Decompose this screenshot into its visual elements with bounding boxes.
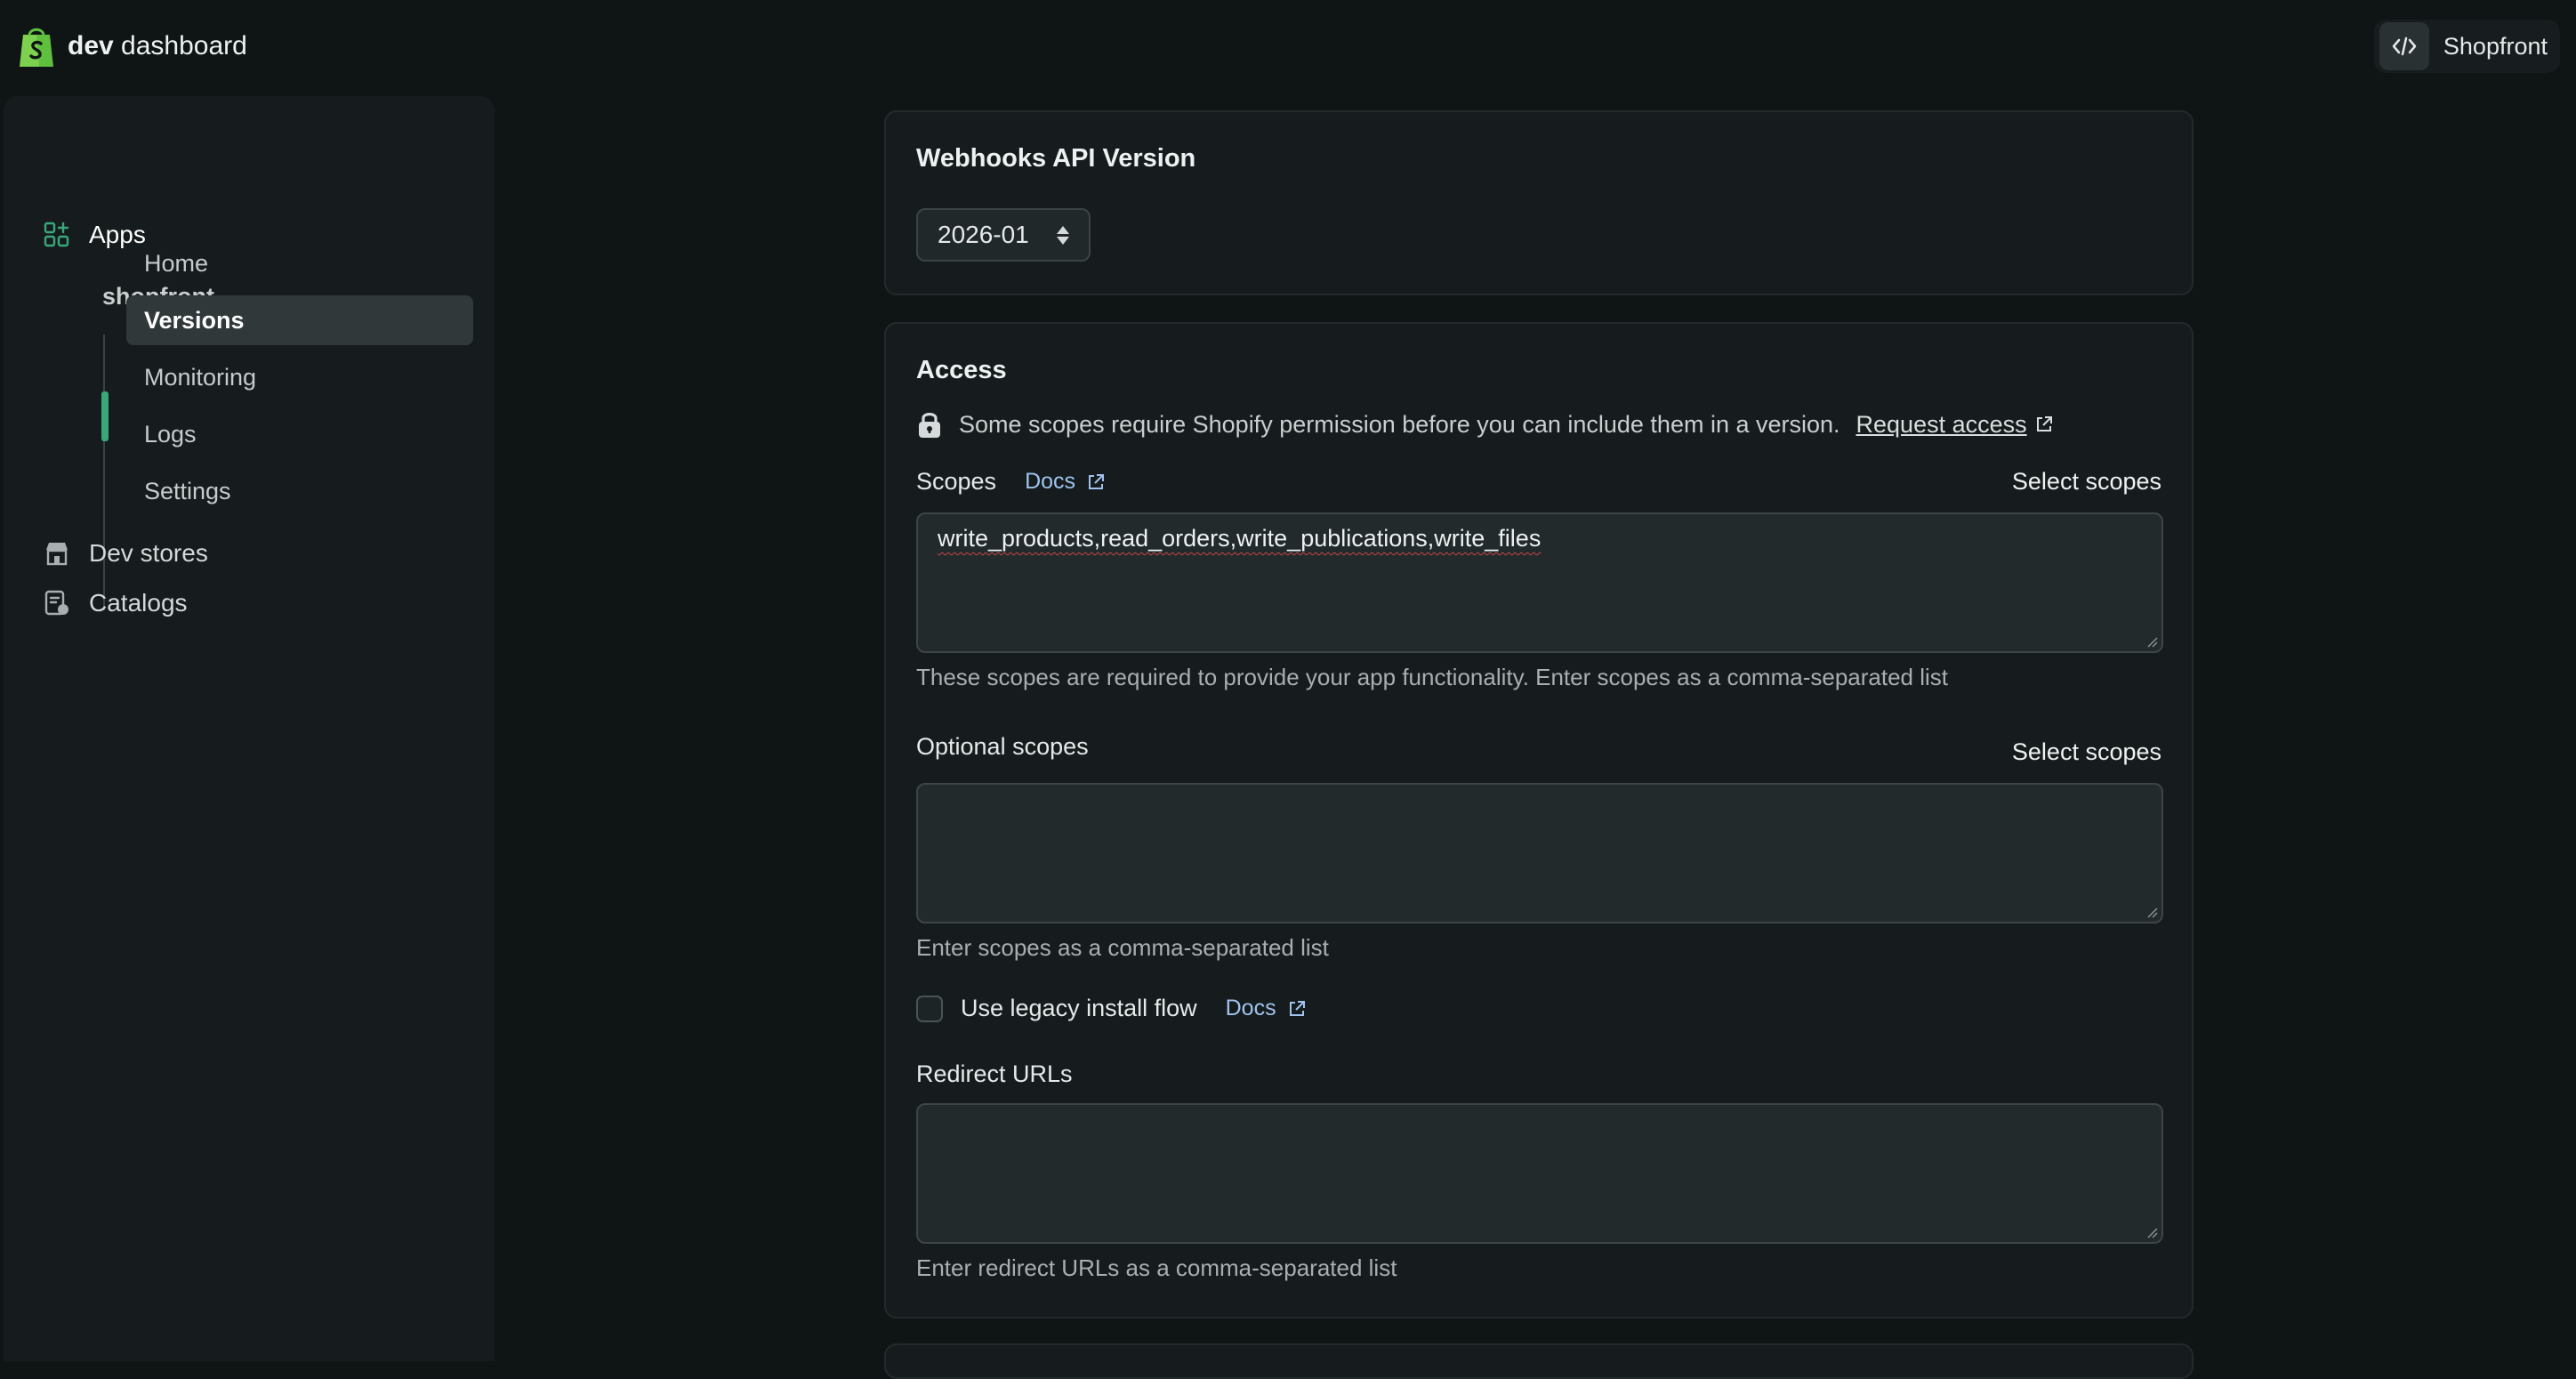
- scopes-select-scopes-button[interactable]: Select scopes: [2012, 468, 2161, 496]
- optional-scopes-label-row: Optional scopes: [916, 733, 1089, 761]
- sidebar-item-dev-stores-label: Dev stores: [89, 539, 208, 567]
- code-icon: [2379, 22, 2429, 70]
- legacy-install-checkbox[interactable]: [916, 995, 943, 1022]
- brand-title-bold: dev: [68, 31, 114, 60]
- access-title: Access: [916, 356, 1007, 384]
- scopes-docs-label: Docs: [1025, 469, 1076, 494]
- legacy-install-docs-link[interactable]: Docs: [1226, 996, 1307, 1021]
- scopes-docs-link[interactable]: Docs: [1025, 469, 1106, 495]
- brand-title-rest: dashboard: [121, 31, 247, 60]
- lock-icon: [919, 412, 940, 438]
- top-bar: dev dashboard Shopfront: [0, 0, 2576, 93]
- sidebar-item-dev-stores[interactable]: Dev stores: [43, 539, 208, 568]
- sidebar: Apps shopfront Home Versions Monitoring …: [4, 96, 495, 1361]
- webhooks-title: Webhooks API Version: [916, 144, 1196, 173]
- shopify-bag-icon: [20, 28, 53, 67]
- optional-scopes-select-scopes-button[interactable]: Select scopes: [2012, 738, 2161, 766]
- scope-permission-text: Some scopes require Shopify permission b…: [959, 410, 1840, 438]
- legacy-install-label[interactable]: Use legacy install flow: [961, 995, 1197, 1022]
- webhooks-api-version-card: Webhooks API Version 2026-01: [884, 110, 2194, 295]
- optional-scopes-help-text: Enter scopes as a comma-separated list: [916, 934, 1329, 961]
- request-access-link[interactable]: Request access: [1856, 411, 2054, 439]
- brand[interactable]: dev dashboard: [16, 24, 247, 69]
- webhooks-version-select[interactable]: 2026-01: [916, 208, 1091, 262]
- optional-scopes-label: Optional scopes: [916, 733, 1089, 760]
- sidebar-item-home[interactable]: Home: [126, 238, 473, 288]
- external-link-icon: [2036, 416, 2052, 431]
- scopes-help-text: These scopes are required to provide you…: [916, 664, 1949, 690]
- sidebar-item-versions[interactable]: Versions: [126, 295, 473, 345]
- resize-grip-icon[interactable]: [2145, 635, 2158, 648]
- scope-permission-notice: Some scopes require Shopify permission b…: [916, 409, 2054, 440]
- redirect-urls-label: Redirect URLs: [916, 1060, 1073, 1087]
- resize-grip-icon[interactable]: [2145, 906, 2158, 918]
- redirect-urls-help-text: Enter redirect URLs as a comma-separated…: [916, 1254, 1397, 1281]
- redirect-urls-textarea[interactable]: [916, 1103, 2163, 1244]
- active-item-marker: [101, 391, 109, 441]
- apps-icon: [44, 222, 69, 247]
- redirect-urls-label-row: Redirect URLs: [916, 1060, 1073, 1088]
- scopes-label-row: Scopes Docs: [916, 468, 1106, 496]
- store-switcher-label: Shopfront: [2443, 32, 2548, 60]
- resize-grip-icon[interactable]: [2145, 1226, 2158, 1238]
- sidebar-item-settings[interactable]: Settings: [126, 466, 473, 516]
- store-switcher-button[interactable]: Shopfront: [2373, 20, 2560, 73]
- external-link-icon: [1089, 473, 1105, 489]
- sidebar-item-catalogs[interactable]: Catalogs: [43, 589, 188, 617]
- catalog-icon: [44, 590, 68, 616]
- scopes-textarea-value: write_products,read_orders,write_publica…: [938, 525, 1542, 552]
- legacy-install-docs-label: Docs: [1225, 996, 1276, 1020]
- brand-title: dev dashboard: [68, 31, 247, 61]
- next-section-card: [884, 1343, 2194, 1379]
- legacy-install-row: Use legacy install flow Docs: [916, 995, 1307, 1022]
- subnav-divider: [103, 335, 105, 610]
- sidebar-item-logs[interactable]: Logs: [126, 409, 473, 459]
- scopes-textarea[interactable]: write_products,read_orders,write_publica…: [916, 512, 2163, 653]
- sidebar-item-catalogs-label: Catalogs: [89, 589, 188, 617]
- optional-scopes-textarea[interactable]: [916, 783, 2163, 923]
- scopes-label: Scopes: [916, 468, 997, 495]
- select-arrows-icon: [1057, 225, 1069, 245]
- external-link-icon: [1289, 1000, 1305, 1016]
- webhooks-version-value: 2026-01: [938, 221, 1029, 248]
- sidebar-item-monitoring[interactable]: Monitoring: [126, 352, 473, 402]
- store-icon: [46, 543, 68, 566]
- access-card: Access Some scopes require Shopify permi…: [884, 322, 2194, 1319]
- request-access-label: Request access: [1856, 410, 2027, 438]
